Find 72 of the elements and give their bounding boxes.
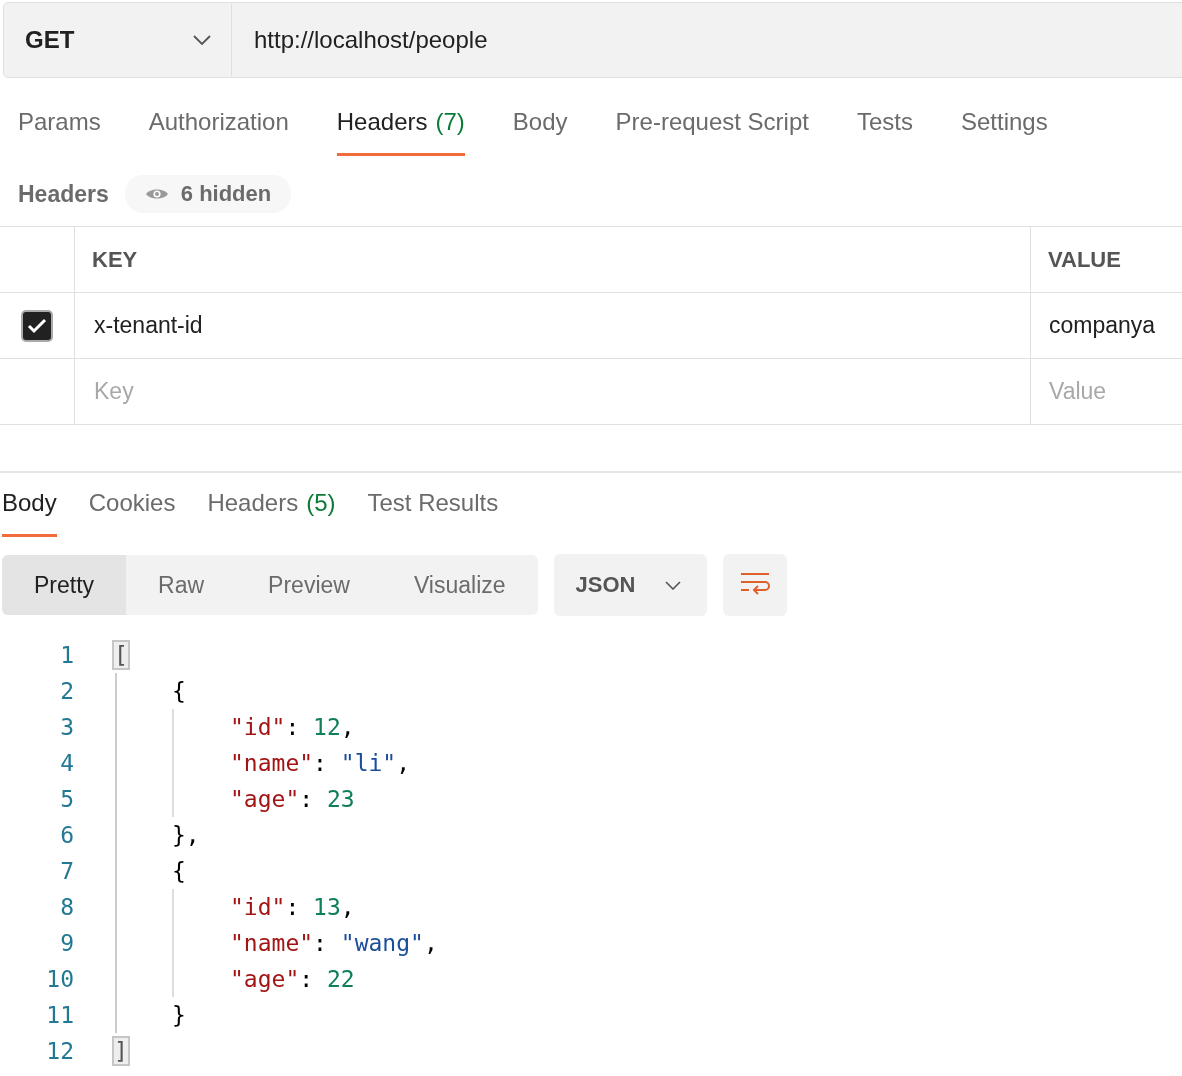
line-number: 7: [59, 857, 74, 886]
headers-title: Headers: [18, 180, 109, 208]
response-tab[interactable]: Headers (5): [207, 489, 336, 537]
json-punctuation: ,: [396, 750, 411, 776]
format-dropdown[interactable]: JSON: [553, 554, 708, 616]
line-number: 11: [45, 1001, 74, 1030]
response-tab[interactable]: Test Results: [367, 489, 499, 537]
json-punctuation: :: [313, 930, 328, 956]
json-number: 23: [326, 786, 355, 812]
column-header: VALUE: [1047, 245, 1122, 274]
url-field[interactable]: http://localhost/people: [232, 2, 1182, 78]
line-number: 10: [45, 965, 74, 994]
request-tab[interactable]: Pre-request Script: [615, 108, 809, 156]
eye-icon: [144, 187, 169, 201]
json-key: "age": [230, 786, 300, 812]
json-punctuation: }: [172, 1002, 186, 1028]
json-number: 22: [326, 966, 355, 992]
view-mode-tab[interactable]: Preview: [236, 555, 382, 615]
json-punctuation: :: [299, 786, 315, 812]
line-number: 4: [59, 749, 74, 778]
line-number: 5: [59, 785, 74, 814]
checkbox[interactable]: [21, 309, 53, 342]
json-punctuation: :: [285, 894, 301, 920]
json-punctuation: {: [172, 858, 186, 884]
json-number: 13: [313, 894, 341, 920]
request-tab[interactable]: Headers (7): [336, 108, 465, 156]
header-value-cell[interactable]: companya: [1031, 293, 1182, 358]
view-mode-tab[interactable]: Pretty: [2, 555, 127, 615]
json-punctuation: :: [285, 714, 301, 740]
json-key: "name": [230, 930, 314, 956]
method-dropdown[interactable]: GET: [3, 2, 232, 78]
request-tab[interactable]: Settings: [960, 108, 1048, 156]
line-number: 2: [59, 677, 74, 706]
json-key: "id": [230, 894, 286, 920]
json-string: "wang": [340, 930, 424, 956]
json-key: "age": [230, 966, 300, 992]
view-mode-tab[interactable]: Visualize: [381, 555, 538, 615]
hidden-headers-toggle[interactable]: 6 hidden: [124, 175, 292, 213]
header-key-cell[interactable]: x-tenant-id: [75, 293, 1031, 358]
json-punctuation: ,: [340, 894, 355, 920]
column-header: KEY: [75, 227, 1031, 292]
matched-bracket: ]: [114, 1038, 128, 1064]
json-key: "id": [230, 714, 286, 740]
json-punctuation: },: [172, 822, 200, 848]
line-number: 12: [45, 1037, 74, 1066]
chevron-down-icon: [193, 35, 211, 45]
request-tab[interactable]: Authorization: [148, 108, 289, 156]
json-punctuation: ,: [423, 930, 438, 956]
line-number: 3: [59, 713, 74, 742]
line-number: 1: [59, 641, 74, 670]
checkmark-icon: [27, 317, 47, 334]
matched-bracket: [: [114, 642, 128, 668]
line-number: 9: [59, 929, 74, 958]
key-input[interactable]: Key: [75, 358, 1030, 425]
view-mode-tab[interactable]: Raw: [126, 555, 237, 615]
request-tab[interactable]: Tests: [856, 108, 913, 156]
wrap-lines-button[interactable]: [723, 554, 788, 616]
request-tab[interactable]: Body: [512, 108, 568, 156]
response-tab[interactable]: Body: [2, 489, 57, 537]
value-input[interactable]: Value: [1031, 358, 1182, 425]
json-string: "li": [340, 750, 397, 776]
json-key: "name": [230, 750, 314, 776]
response-tab[interactable]: Cookies: [88, 489, 176, 537]
json-punctuation: ,: [340, 714, 355, 740]
json-number: 12: [313, 714, 341, 740]
json-punctuation: :: [313, 750, 328, 776]
request-tab[interactable]: Params: [18, 108, 101, 156]
line-number: 8: [59, 893, 74, 922]
chevron-down-icon: [665, 580, 682, 590]
json-punctuation: :: [299, 966, 315, 992]
json-punctuation: {: [172, 678, 186, 704]
line-number: 6: [59, 821, 74, 850]
